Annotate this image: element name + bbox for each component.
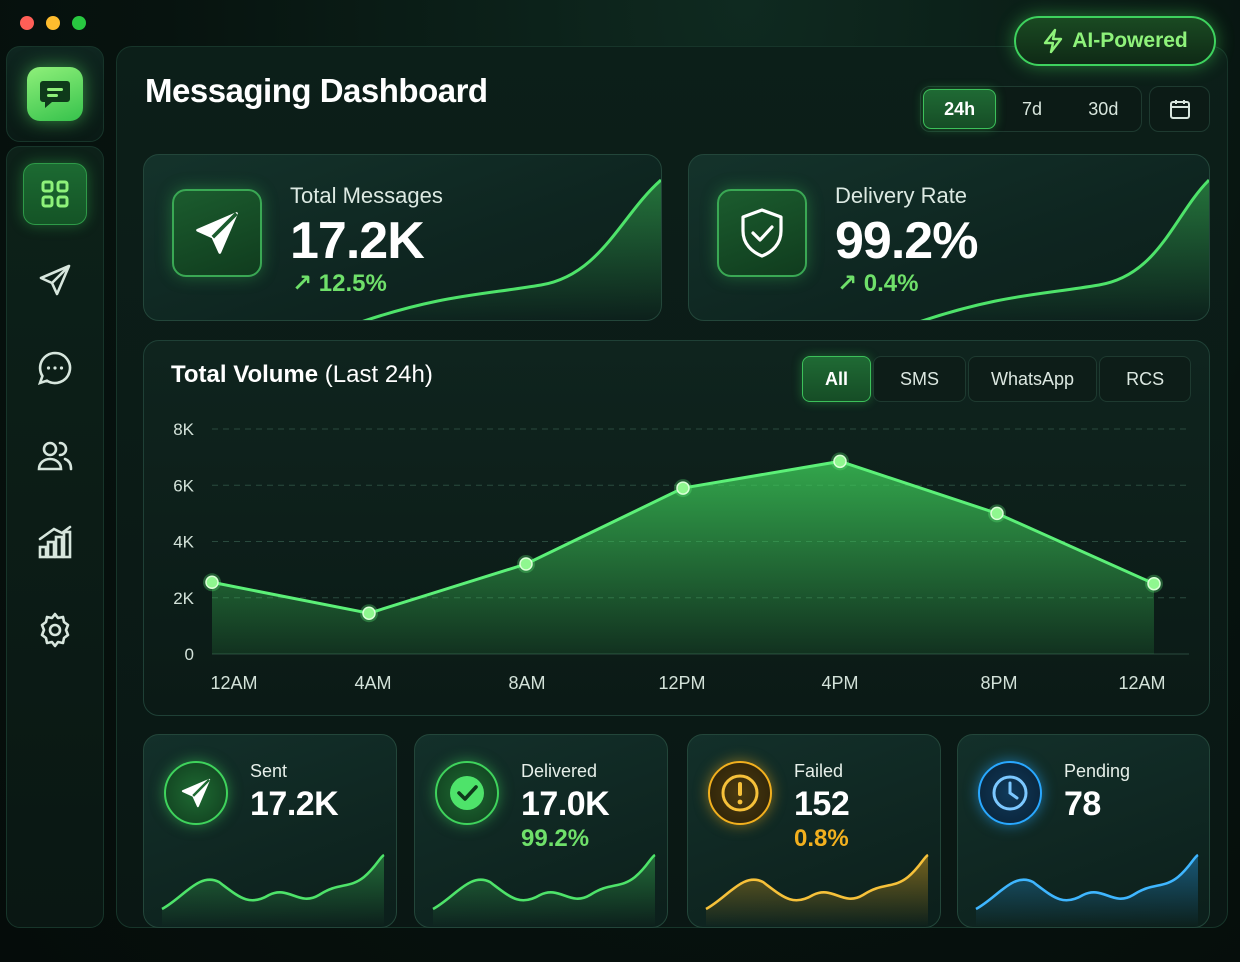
window-controls [20, 16, 86, 30]
grid-icon [41, 180, 69, 208]
stat-value: 78 [1064, 785, 1101, 823]
kpi-delta: ↗ 0.4% [837, 270, 919, 297]
stat-label: Failed [794, 761, 844, 781]
chart-title: Total Volume (Last 24h) [171, 361, 433, 388]
gear-icon [40, 612, 70, 648]
stat-card-sent: Sent 17.2K [143, 734, 397, 928]
data-point[interactable] [205, 575, 219, 590]
stat-icon-container [708, 761, 772, 825]
paper-plane-icon [181, 778, 211, 808]
kpi-card-delivery-rate: Delivery Rate 99.2% ↗ 0.4% [688, 154, 1210, 321]
clock-icon [992, 775, 1028, 811]
trend-up-icon: ↗ [837, 270, 864, 297]
ai-powered-badge[interactable]: AI-Powered [1014, 16, 1216, 66]
shield-check-icon [741, 208, 783, 258]
stat-label: Sent [250, 761, 288, 781]
filter-rcs-button[interactable]: RCS [1099, 356, 1192, 402]
paper-plane-icon [39, 264, 71, 296]
paper-plane-icon [196, 212, 238, 254]
maximize-window-button[interactable] [72, 16, 86, 30]
x-tick-label: 8AM [508, 673, 545, 693]
y-tick-label: 8K [173, 420, 194, 439]
sidebar-item-analytics[interactable] [23, 511, 87, 573]
calendar-icon [1169, 100, 1190, 119]
stat-sparkline [975, 853, 1199, 927]
app-logo-container [6, 46, 104, 142]
chat-bubble-icon [37, 351, 72, 386]
sidebar [6, 146, 104, 928]
x-tick-label: 12AM [210, 673, 257, 693]
alert-circle-icon [721, 774, 759, 812]
chat-logo-icon[interactable] [27, 67, 83, 121]
kpi-delta: ↗ 12.5% [292, 270, 387, 297]
lightning-icon [1044, 28, 1063, 54]
sidebar-item-contacts[interactable] [23, 425, 87, 487]
kpi-card-total-messages: Total Messages 17.2K ↗ 12.5% [143, 154, 662, 321]
time-range-selector: 24h 7d 30d [920, 86, 1142, 132]
volume-chart-card: 8K 6K 4K 2K 0 12AM 4AM 8AM 12PM 4PM 8PM 12AM Total … [143, 340, 1210, 716]
y-tick-label: 6K [173, 476, 194, 495]
filter-whatsapp-button[interactable]: WhatsApp [968, 356, 1098, 402]
stat-sparkline [161, 853, 385, 927]
calendar-button[interactable] [1149, 86, 1210, 132]
x-tick-label: 8PM [980, 673, 1017, 693]
stat-card-pending: Pending 78 [957, 734, 1210, 928]
x-tick-label: 12PM [658, 673, 705, 693]
kpi-value: 99.2% [835, 212, 978, 270]
data-point[interactable] [990, 506, 1004, 521]
range-7d-button[interactable]: 7d [996, 89, 1067, 129]
y-tick-label: 2K [173, 589, 194, 608]
bar-chart-icon [38, 525, 72, 559]
stat-value: 152 [794, 785, 850, 823]
x-tick-label: 4PM [821, 673, 858, 693]
channel-filter: All SMS WhatsApp RCS [802, 356, 1192, 402]
stat-label: Delivered [521, 761, 598, 781]
close-window-button[interactable] [20, 16, 34, 30]
stat-icon-container [435, 761, 499, 825]
page-title: Messaging Dashboard [145, 72, 488, 109]
kpi-value: 17.2K [290, 212, 425, 270]
data-point[interactable] [676, 481, 690, 495]
x-tick-label: 12AM [1118, 673, 1165, 693]
x-tick-label: 4AM [354, 673, 391, 693]
kpi-label: Delivery Rate [835, 183, 968, 208]
stat-value: 17.2K [250, 785, 339, 823]
data-point[interactable] [833, 454, 847, 469]
range-30d-button[interactable]: 30d [1068, 89, 1139, 129]
stat-sparkline [432, 853, 656, 927]
sidebar-item-chats[interactable] [23, 337, 87, 399]
y-tick-label: 0 [185, 645, 194, 664]
stat-card-failed: Failed 152 0.8% [687, 734, 941, 928]
sidebar-item-dashboard[interactable] [23, 163, 87, 225]
stat-label: Pending [1064, 761, 1131, 781]
stat-icon-container [164, 761, 228, 825]
filter-sms-button[interactable]: SMS [873, 356, 967, 402]
kpi-icon-container [172, 189, 262, 277]
filter-all-button[interactable]: All [802, 356, 872, 402]
sidebar-item-send[interactable] [23, 249, 87, 311]
trend-up-icon: ↗ [292, 270, 319, 297]
data-point[interactable] [1147, 576, 1161, 591]
y-tick-label: 4K [173, 533, 194, 552]
check-circle-icon [450, 776, 484, 810]
stat-card-delivered: Delivered 17.0K 99.2% [414, 734, 668, 928]
ai-powered-label: AI-Powered [1072, 29, 1188, 52]
users-icon [37, 441, 73, 471]
minimize-window-button[interactable] [46, 16, 60, 30]
data-point[interactable] [362, 606, 376, 620]
stat-value: 17.0K [521, 785, 610, 823]
range-24h-button[interactable]: 24h [923, 89, 997, 129]
stat-sparkline [705, 853, 929, 927]
sidebar-item-settings[interactable] [23, 599, 87, 661]
stat-icon-container [978, 761, 1042, 825]
data-point[interactable] [519, 557, 533, 571]
kpi-icon-container [717, 189, 807, 277]
kpi-label: Total Messages [290, 183, 443, 208]
